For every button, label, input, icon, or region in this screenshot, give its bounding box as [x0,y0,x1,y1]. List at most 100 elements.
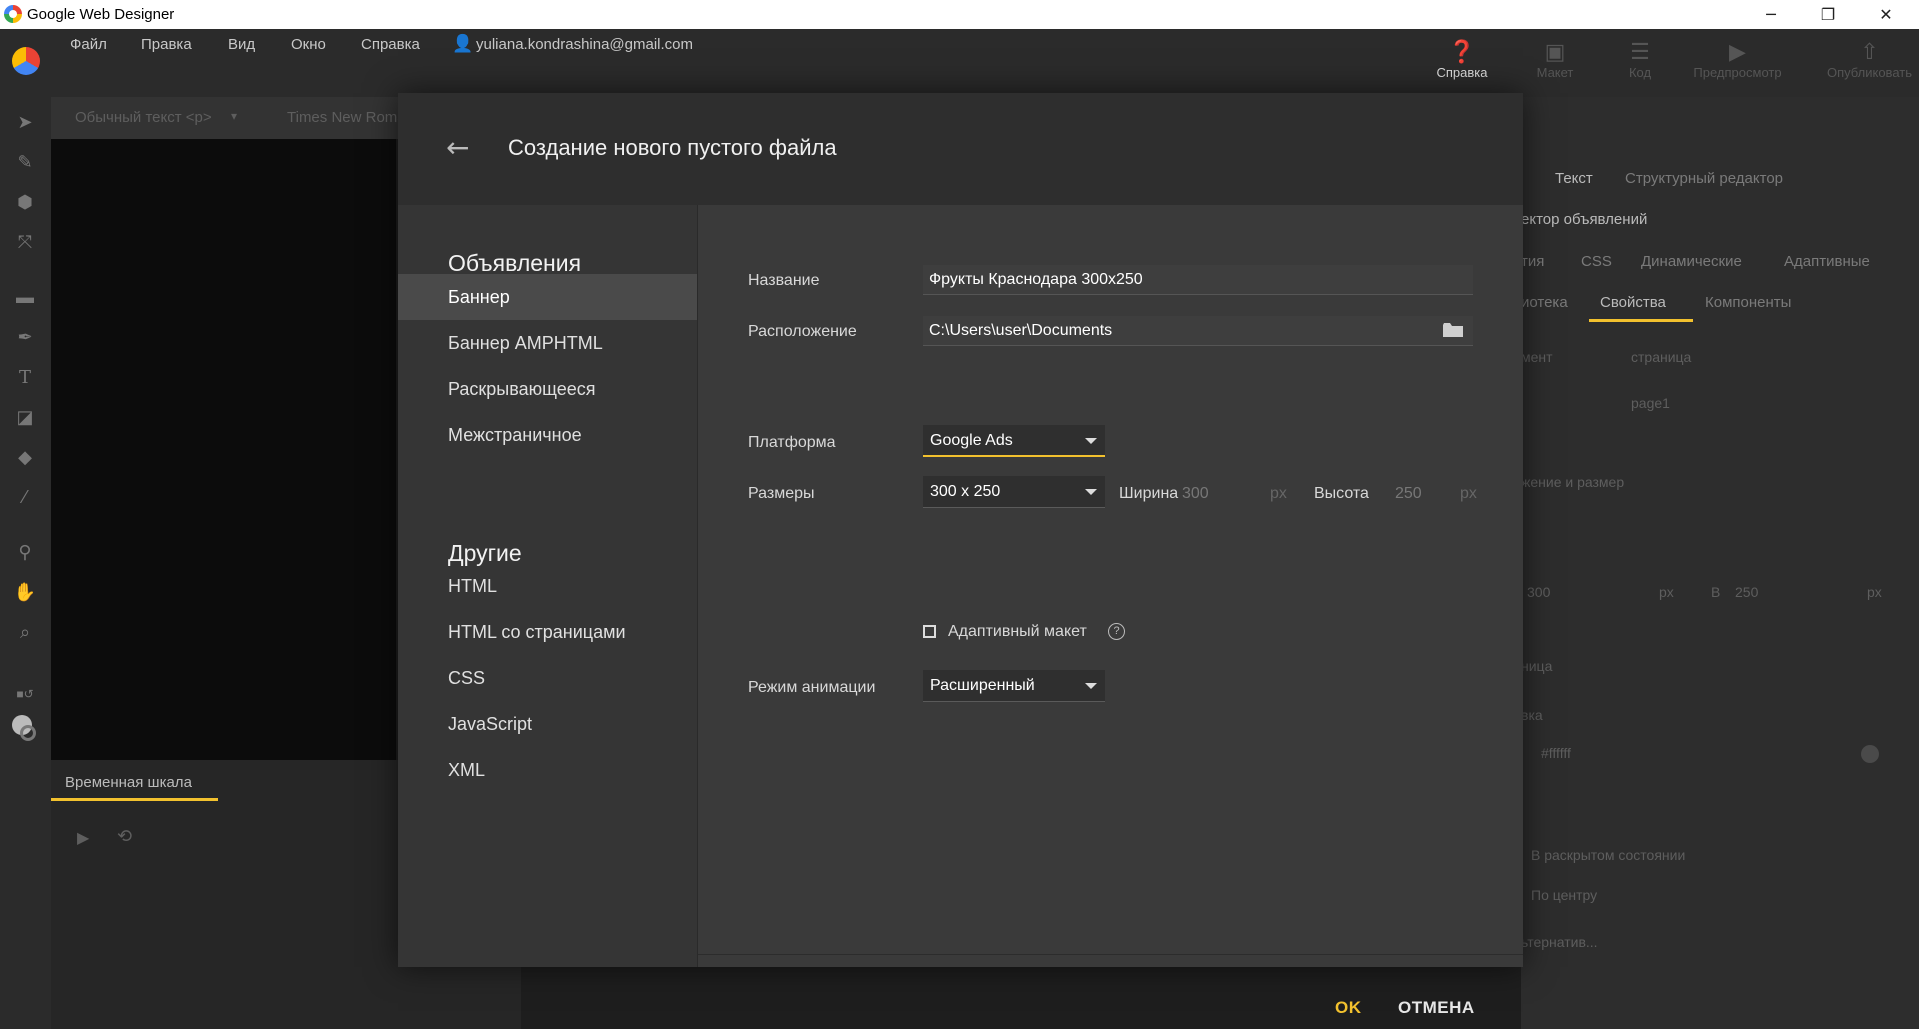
width-unit: px [1270,485,1287,502]
stamp-tool-icon[interactable]: ⚲ [12,542,38,566]
menu-edit[interactable]: Правка [141,36,192,53]
category-banner[interactable]: Баннер [398,274,697,320]
close-button[interactable]: ✕ [1858,0,1914,29]
play-icon[interactable]: ▶ [77,828,89,848]
size-label: Размеры [748,485,815,502]
eyedropper-tool-icon[interactable]: ⁄ [12,487,38,511]
menu-help[interactable]: Справка [361,36,420,53]
category-interstitial[interactable]: Межстраничное [398,412,697,458]
window-title: Google Web Designer [27,6,175,23]
user-email[interactable]: yuliana.kondrashina@gmail.com [476,36,693,53]
responsive-label[interactable]: Адаптивный макет [948,623,1087,641]
translate-tool-icon[interactable]: ⤧ [12,232,38,256]
timeline-tab-label: Временная шкала [65,774,192,791]
ok-button[interactable]: OK [1335,998,1362,1018]
tag-tool-icon[interactable]: ✎ [12,152,38,176]
location-input[interactable] [923,316,1473,346]
minimize-button[interactable]: ─ [1743,0,1799,29]
tab-structure-editor[interactable]: Структурный редактор [1625,170,1783,187]
loop-icon[interactable]: ⟲ [117,826,132,847]
section-page[interactable]: ница [1521,658,1552,674]
chevron-down-icon [1085,489,1097,495]
3d-rotate-tool-icon[interactable]: ⬢ [12,192,38,216]
zoom-tool-icon[interactable]: ⌕ [12,622,38,646]
element-value: страница [1631,349,1692,365]
tab-responsive[interactable]: Адаптивные [1784,253,1870,270]
element-label: мент [1521,349,1553,365]
tab-events[interactable]: тия [1521,253,1544,270]
name-input[interactable] [923,265,1473,295]
category-xml[interactable]: XML [398,747,697,793]
tab-timeline[interactable]: Временная шкала [51,768,218,801]
tag-element-tool-icon[interactable]: ▬ [12,287,38,311]
cancel-button[interactable]: ОТМЕНА [1398,998,1475,1018]
height-input[interactable]: 250 [1395,485,1422,503]
platform-value: Google Ads [930,432,1013,449]
layout-label: Макет [1536,65,1574,80]
ad-editor-row[interactable]: ектор объявлений [1521,211,1647,228]
background-swatch[interactable] [1861,745,1879,763]
restore-button[interactable]: ❐ [1800,0,1856,29]
height-value[interactable]: 250 [1735,584,1758,600]
tab-components[interactable]: Компоненты [1705,294,1791,311]
platform-select[interactable]: Google Ads [923,425,1105,457]
animation-mode-select[interactable]: Расширенный [923,670,1105,702]
app-logo-icon [4,5,22,23]
background-value[interactable]: #ffffff [1541,745,1571,761]
height-label: В [1711,584,1721,600]
category-html[interactable]: HTML [398,563,697,609]
category-expandable[interactable]: Раскрывающееся [398,366,697,412]
stroke-color-swatch[interactable] [20,725,36,741]
folder-icon[interactable] [1443,323,1463,337]
option-center[interactable]: По центру [1531,887,1597,903]
pen-tool-icon[interactable]: ✒ [12,327,38,351]
stage-canvas[interactable] [51,139,396,761]
tab-properties[interactable]: Свойства [1589,284,1693,322]
category-css[interactable]: CSS [398,655,697,701]
size-value: 300 x 250 [930,483,1001,500]
user-icon: 👤 [452,34,474,53]
option-expanded[interactable]: В раскрытом состоянии [1531,847,1685,863]
category-javascript[interactable]: JavaScript [398,701,697,747]
category-html-pages[interactable]: HTML со страницами [398,609,697,655]
hand-tool-icon[interactable]: ✋ [12,582,38,606]
fill-tool-icon[interactable]: ◆ [12,447,38,471]
chevron-down-icon [1085,683,1097,689]
section-position[interactable]: жение и размер [1521,474,1624,490]
tab-library[interactable]: иотека [1521,294,1568,311]
new-file-dialog: ← Создание нового пустого файла Объявлен… [398,93,1523,1017]
platform-label: Платформа [748,434,836,451]
upload-icon: ⇧ [1860,39,1879,64]
width-input[interactable]: 300 [1182,485,1209,503]
responsive-checkbox[interactable] [923,625,936,638]
back-arrow-icon[interactable]: ← [446,131,469,164]
swap-colors-icon[interactable]: ■↺ [12,687,38,711]
tab-dynamic[interactable]: Динамические [1641,253,1742,270]
text-style-dropdown[interactable]: Обычный текст <p> [75,109,212,126]
page-id[interactable]: page1 [1631,395,1670,411]
tab-css[interactable]: CSS [1581,253,1612,270]
chevron-down-icon [1085,438,1097,444]
shape-tool-icon[interactable]: ◪ [12,407,38,431]
option-alternative[interactable]: ьтернатив... [1521,934,1598,950]
menu-file[interactable]: Файл [70,36,107,53]
tab-text[interactable]: Текст [1555,170,1593,187]
text-tool-icon[interactable]: T [12,367,38,391]
right-panel: Текст Структурный редактор ектор объявле… [1521,97,1919,1029]
dialog-title: Создание нового пустого файла [508,135,837,160]
code-toolbar-button[interactable]: ☰ Код [1610,39,1670,80]
selection-tool-icon[interactable]: ➤ [12,112,38,136]
help-icon[interactable]: ? [1108,623,1125,640]
layout-toolbar-button[interactable]: ▣ Макет [1525,39,1585,80]
preview-toolbar-button[interactable]: ▶ Предпросмотр [1670,39,1805,80]
size-select[interactable]: 300 x 250 [923,476,1105,508]
menu-window[interactable]: Окно [291,36,326,53]
font-dropdown[interactable]: Times New Roman [287,109,414,126]
window-titlebar: Google Web Designer ─ ❐ ✕ [0,0,1919,29]
help-toolbar-button[interactable]: ❓ Справка [1432,39,1492,80]
menu-view[interactable]: Вид [228,36,255,53]
width-value[interactable]: 300 [1527,584,1550,600]
background-label: вка [1521,707,1543,723]
category-banner-amphtml[interactable]: Баннер AMPHTML [398,320,697,366]
publish-toolbar-button[interactable]: ⇧ Опубликовать [1820,39,1919,80]
